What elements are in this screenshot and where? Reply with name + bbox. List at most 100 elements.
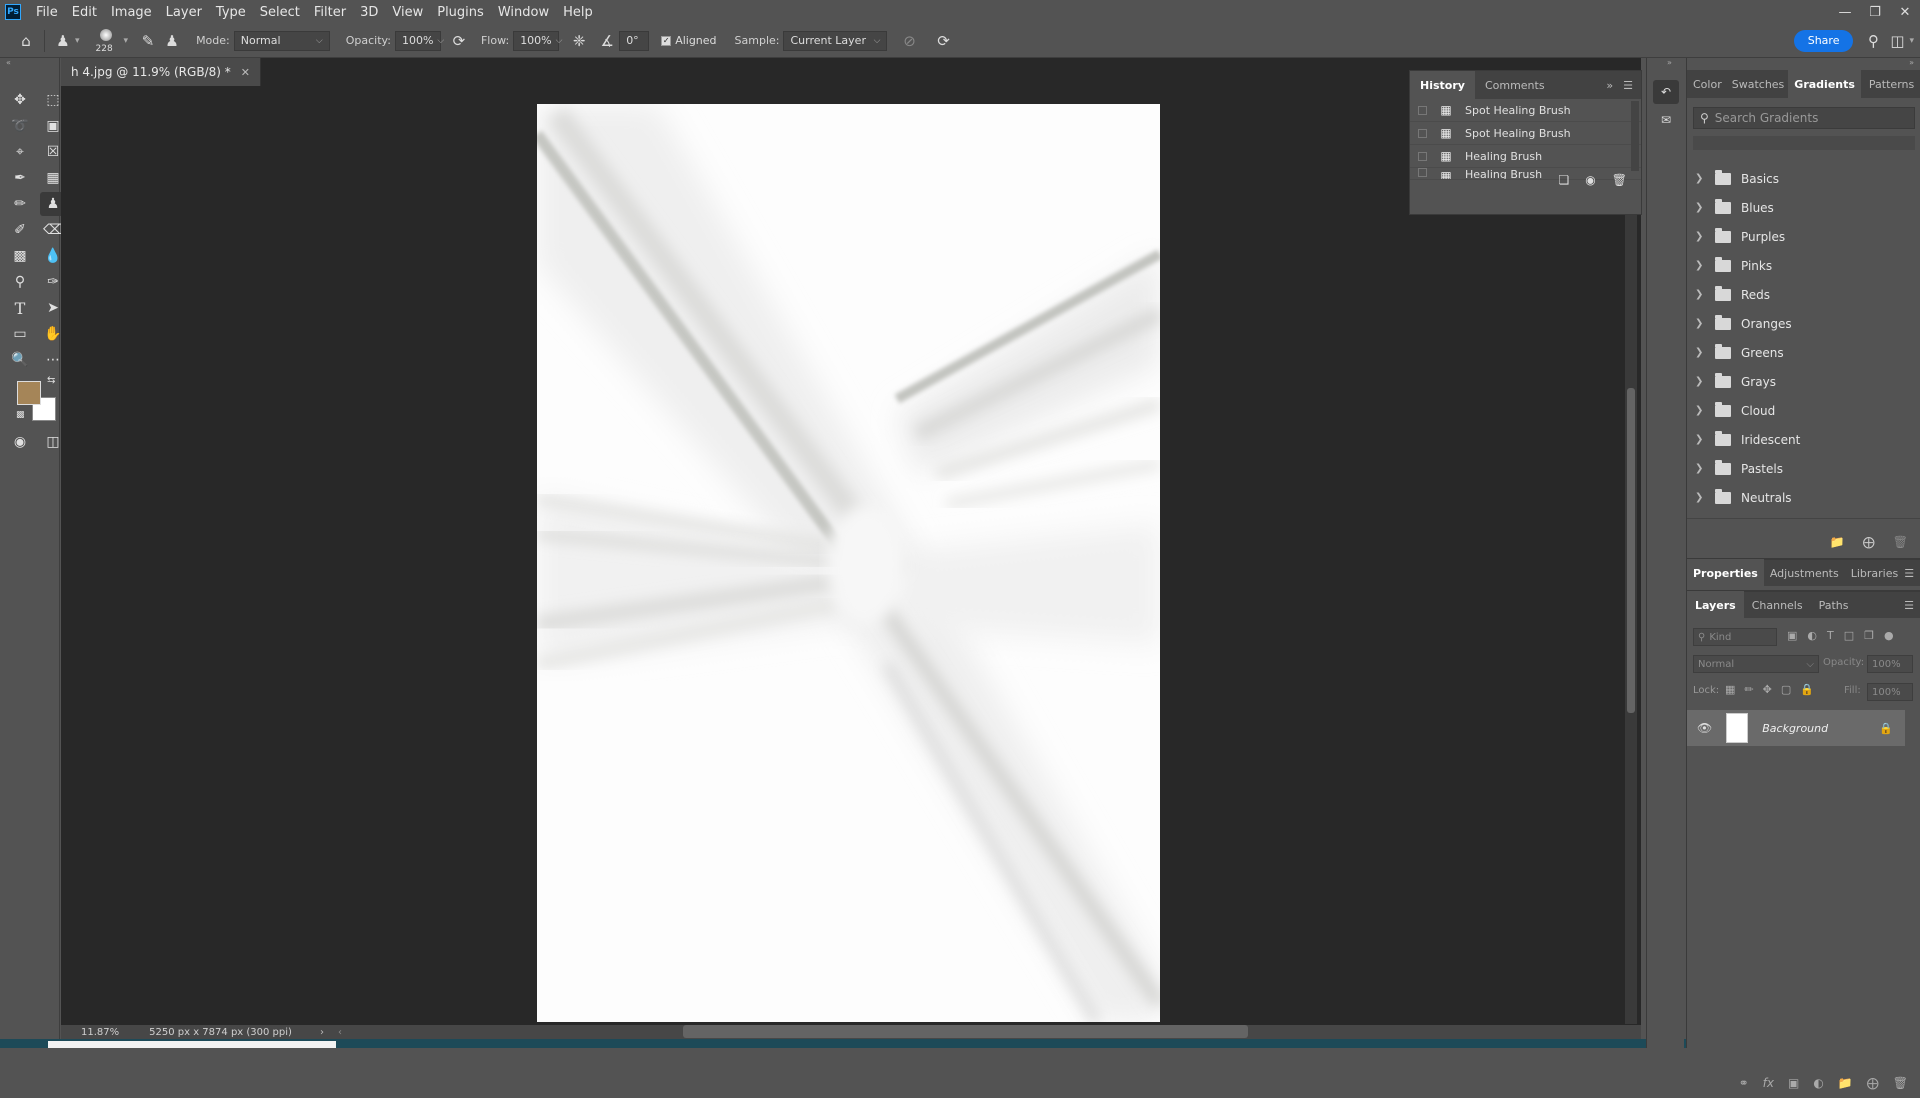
history-panel-icon[interactable]: ↶: [1653, 80, 1679, 104]
tab-gradients[interactable]: Gradients: [1788, 70, 1861, 98]
airbrush-icon[interactable]: ❈: [567, 29, 591, 53]
filter-toggle-icon[interactable]: ●: [1884, 629, 1894, 642]
smart-object-filter-icon[interactable]: ❐: [1864, 629, 1874, 642]
history-scrollbar[interactable]: [1631, 101, 1639, 171]
lock-transparent-icon[interactable]: ▦: [1725, 683, 1735, 696]
gradient-folder[interactable]: ❯ Blues: [1687, 193, 1920, 222]
angle-field[interactable]: 0°: [619, 30, 650, 51]
chevron-right-icon[interactable]: ❯: [1695, 289, 1709, 300]
workspace-icon[interactable]: ◫: [1885, 29, 1909, 53]
new-document-from-state-icon[interactable]: ❏: [1559, 173, 1570, 187]
tab-adjustments[interactable]: Adjustments: [1764, 559, 1845, 587]
document-tab[interactable]: h 4.jpg @ 11.9% (RGB/8) * ✕: [61, 58, 261, 86]
search-icon[interactable]: ⚲: [1861, 29, 1885, 53]
tab-layers[interactable]: Layers: [1687, 591, 1744, 619]
tab-channels[interactable]: Channels: [1744, 591, 1811, 619]
tab-comments[interactable]: Comments: [1475, 71, 1555, 99]
canvas-image[interactable]: [537, 104, 1160, 1022]
gradient-folder[interactable]: ❯ Pinks: [1687, 251, 1920, 280]
history-checkbox[interactable]: [1418, 168, 1427, 177]
add-mask-icon[interactable]: ▣: [1788, 1076, 1799, 1090]
lock-artboard-icon[interactable]: ▢: [1781, 683, 1791, 696]
trash-icon[interactable]: 🗑: [1612, 173, 1627, 187]
rectangle-tool-icon[interactable]: ▭: [7, 322, 33, 346]
blend-mode-select[interactable]: Normal ⌵: [1693, 655, 1819, 673]
chevron-down-icon[interactable]: ⌵: [556, 36, 563, 46]
menu-filter[interactable]: Filter: [307, 5, 353, 20]
pressure-opacity-icon[interactable]: ⟳: [447, 29, 471, 53]
fx-icon[interactable]: fx: [1763, 1076, 1774, 1090]
camera-icon[interactable]: ◉: [1585, 173, 1595, 187]
chevron-right-icon[interactable]: ❯: [1695, 492, 1709, 503]
gradient-folder[interactable]: ❯ Grays: [1687, 367, 1920, 396]
gradient-folder[interactable]: ❯ Iridescent: [1687, 425, 1920, 454]
menu-type[interactable]: Type: [209, 5, 253, 20]
vertical-scroll-thumb[interactable]: [1627, 388, 1635, 713]
menu-image[interactable]: Image: [104, 5, 159, 20]
sample-select[interactable]: Current Layer ⌵: [783, 30, 888, 51]
lock-icon[interactable]: 🔒: [1879, 722, 1893, 735]
chevron-right-icon[interactable]: ❯: [1695, 260, 1709, 271]
brush-tool-icon[interactable]: ✏: [7, 192, 33, 216]
collapse-icon[interactable]: »: [1667, 58, 1672, 67]
chevron-right-icon[interactable]: ❯: [1695, 347, 1709, 358]
trash-icon[interactable]: 🗑: [1893, 1076, 1908, 1090]
scroll-left-icon[interactable]: ‹: [338, 1027, 342, 1038]
history-checkbox[interactable]: [1418, 128, 1427, 138]
photoshop-logo[interactable]: Ps: [5, 4, 21, 20]
chevron-down-icon[interactable]: ▾: [124, 36, 129, 46]
gradient-folder[interactable]: ❯ Cloud: [1687, 396, 1920, 425]
history-item[interactable]: ▦ Spot Healing Brush: [1410, 122, 1641, 145]
expand-icon[interactable]: »: [1606, 79, 1613, 92]
link-layers-icon[interactable]: ⚭: [1739, 1076, 1749, 1090]
mode-select[interactable]: Normal ⌵: [233, 30, 330, 51]
chevron-right-icon[interactable]: ❯: [1695, 202, 1709, 213]
history-checkbox[interactable]: [1418, 151, 1427, 161]
crop-tool-icon[interactable]: ⌖: [7, 140, 33, 164]
new-group-icon[interactable]: 📁: [1838, 1076, 1853, 1090]
home-icon[interactable]: ⌂: [14, 29, 38, 53]
menu-file[interactable]: File: [29, 5, 65, 20]
quick-mask-icon[interactable]: ◉: [7, 430, 33, 454]
menu-select[interactable]: Select: [253, 5, 307, 20]
comments-panel-icon[interactable]: ✉: [1653, 108, 1679, 132]
pressure-size-icon[interactable]: ⟳: [931, 29, 955, 53]
layer-name[interactable]: Background: [1762, 722, 1828, 735]
menu-plugins[interactable]: Plugins: [430, 5, 491, 20]
gradient-folder[interactable]: ❯ Greens: [1687, 338, 1920, 367]
history-item[interactable]: ▦ Spot Healing Brush: [1410, 99, 1641, 122]
new-layer-icon[interactable]: ⨁: [1867, 1076, 1879, 1090]
chevron-down-icon[interactable]: ▾: [75, 36, 80, 46]
tab-properties[interactable]: Properties: [1687, 559, 1764, 587]
horizontal-scroll-thumb[interactable]: [683, 1025, 1248, 1038]
new-group-icon[interactable]: 📁: [1830, 535, 1845, 549]
layer-filter-kind[interactable]: ⚲ Kind: [1693, 628, 1777, 646]
trash-icon[interactable]: 🗑: [1893, 535, 1908, 549]
shape-filter-icon[interactable]: □: [1844, 629, 1854, 642]
collapse-icon[interactable]: «: [6, 58, 11, 67]
menu-view[interactable]: View: [385, 5, 430, 20]
close-tab-icon[interactable]: ✕: [241, 66, 250, 79]
chevron-right-icon[interactable]: ❯: [1695, 173, 1709, 184]
lock-all-icon[interactable]: 🔒: [1800, 683, 1814, 696]
zoom-level[interactable]: 11.87%: [81, 1027, 119, 1038]
restore-icon[interactable]: ❐: [1860, 0, 1890, 24]
dodge-tool-icon[interactable]: ⚲: [7, 270, 33, 294]
chevron-down-icon[interactable]: ▾: [1909, 36, 1914, 46]
gradient-folder[interactable]: ❯ Oranges: [1687, 309, 1920, 338]
layer-row[interactable]: 👁 Background 🔒: [1687, 710, 1905, 746]
history-checkbox[interactable]: [1418, 105, 1427, 115]
chevron-right-icon[interactable]: ❯: [1695, 231, 1709, 242]
gradient-folder[interactable]: ❯ Pastels: [1687, 454, 1920, 483]
status-menu-icon[interactable]: ›: [320, 1027, 324, 1038]
close-window-icon[interactable]: ✕: [1890, 0, 1920, 24]
brush-size-picker[interactable]: 228: [90, 26, 124, 56]
menu-edit[interactable]: Edit: [65, 5, 104, 20]
lasso-tool-icon[interactable]: ➰: [7, 114, 33, 138]
tab-history[interactable]: History: [1410, 71, 1475, 99]
menu-3d[interactable]: 3D: [353, 5, 385, 20]
collapse-icon[interactable]: »: [1909, 58, 1914, 67]
chevron-right-icon[interactable]: ❯: [1695, 405, 1709, 416]
adjustment-filter-icon[interactable]: ◐: [1807, 629, 1817, 642]
panel-menu-icon[interactable]: ☰: [1904, 567, 1914, 580]
